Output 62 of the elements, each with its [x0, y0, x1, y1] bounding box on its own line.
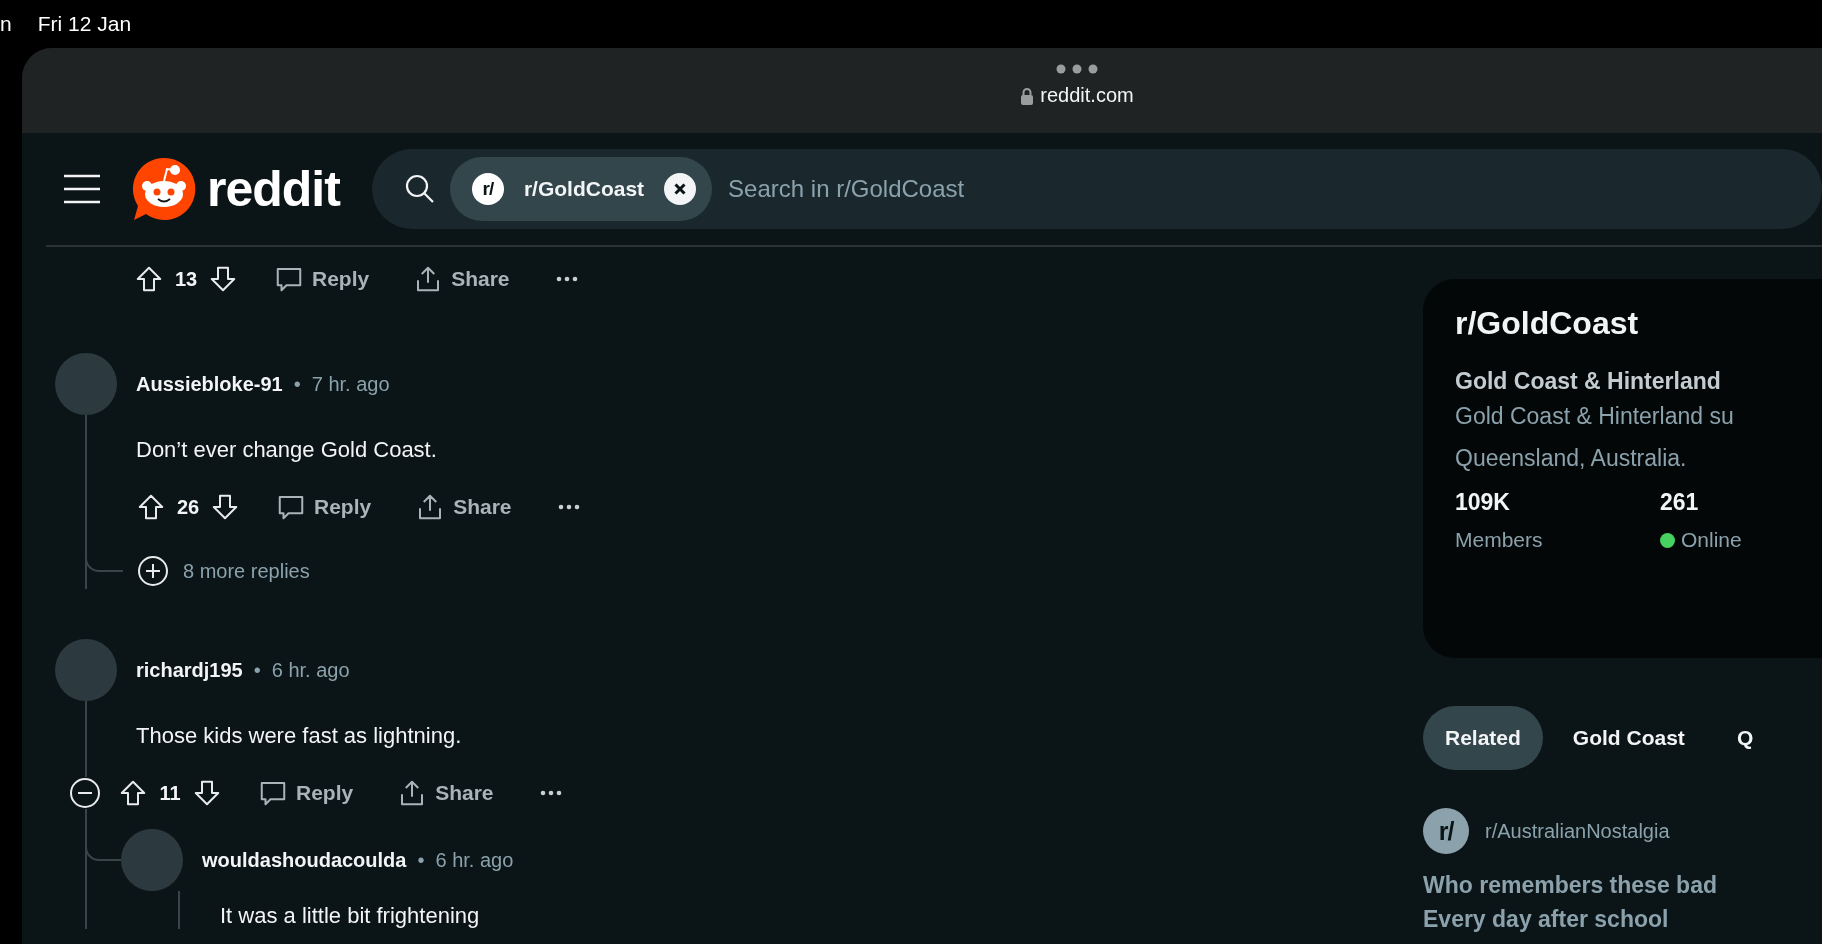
upvote-icon[interactable]: [136, 492, 166, 522]
community-icon: r/: [1423, 808, 1469, 854]
downvote-icon[interactable]: [192, 778, 222, 808]
tab[interactable]: Gold Coast: [1550, 706, 1707, 770]
search-icon: [403, 173, 436, 205]
vote-count: 11: [158, 781, 182, 805]
more-replies-link[interactable]: 8 more replies: [183, 559, 310, 583]
expand-icon[interactable]: [137, 555, 169, 587]
stat-label: Members: [1455, 528, 1543, 552]
menu-icon[interactable]: [63, 174, 101, 204]
reply-button[interactable]: Reply: [248, 771, 364, 815]
collapse-icon[interactable]: [69, 777, 101, 809]
post-title[interactable]: Who remembers these bad: [1423, 868, 1822, 902]
tab[interactable]: Q: [1714, 706, 1776, 770]
username[interactable]: wouldashoudacoulda: [202, 848, 407, 872]
community-description: Queensland, Australia.: [1455, 444, 1688, 473]
chip-label: r/GoldCoast: [523, 177, 645, 201]
more-icon[interactable]: [557, 504, 580, 510]
vote-count: 26: [175, 495, 201, 519]
vote-count: 13: [173, 267, 199, 291]
close-icon[interactable]: [664, 173, 697, 205]
separator: •: [293, 372, 301, 396]
community-subtitle: Gold Coast & Hinterland: [1455, 368, 1722, 395]
search-field[interactable]: r/ r/GoldCoast Search in r/GoldCoast: [371, 149, 1822, 229]
downvote-icon[interactable]: [210, 492, 240, 522]
reply-button[interactable]: Reply: [266, 485, 382, 529]
separator: •: [417, 848, 425, 872]
reply-button[interactable]: Reply: [264, 257, 380, 301]
username[interactable]: richardj195: [136, 658, 243, 682]
stat-label: Online: [1681, 528, 1742, 552]
reddit-logo-icon[interactable]: [131, 156, 197, 222]
status-date: Fri 12 Jan: [37, 12, 132, 36]
comment-text: It was a little bit frightening: [220, 902, 481, 929]
reddit-wordmark[interactable]: reddit: [207, 160, 340, 218]
community-description: Gold Coast & Hinterland su: [1455, 402, 1735, 431]
community-icon: r/: [471, 173, 504, 205]
status-text: n: [0, 12, 12, 36]
comment-text: Don’t ever change Gold Coast.: [136, 436, 438, 464]
more-icon[interactable]: [539, 790, 562, 796]
post-title[interactable]: Every day after school: [1423, 902, 1822, 936]
more-icon[interactable]: [555, 276, 578, 282]
community-chip[interactable]: r/ r/GoldCoast: [449, 157, 713, 221]
tab[interactable]: Related: [1423, 706, 1543, 770]
timestamp: 7 hr. ago: [311, 372, 390, 396]
share-button[interactable]: Share: [405, 485, 522, 529]
share-button[interactable]: Share: [387, 771, 504, 815]
community-title[interactable]: r/GoldCoast: [1455, 305, 1822, 342]
url-text[interactable]: reddit.com: [1040, 84, 1134, 107]
lock-icon: [1020, 86, 1035, 105]
comment-text: Those kids were fast as lightning.: [136, 722, 463, 750]
stat-value: 261: [1660, 489, 1700, 516]
more-icon[interactable]: [1056, 64, 1098, 74]
timestamp: 6 hr. ago: [435, 848, 514, 872]
downvote-icon[interactable]: [208, 264, 238, 294]
upvote-icon[interactable]: [118, 778, 148, 808]
share-button[interactable]: Share: [403, 257, 520, 301]
separator: •: [253, 658, 261, 682]
upvote-icon[interactable]: [134, 264, 164, 294]
username[interactable]: Aussiebloke-91: [136, 372, 283, 396]
stat-value: 109K: [1455, 489, 1511, 516]
community-name[interactable]: r/AustralianNostalgia: [1485, 819, 1670, 843]
timestamp: 6 hr. ago: [271, 658, 350, 682]
